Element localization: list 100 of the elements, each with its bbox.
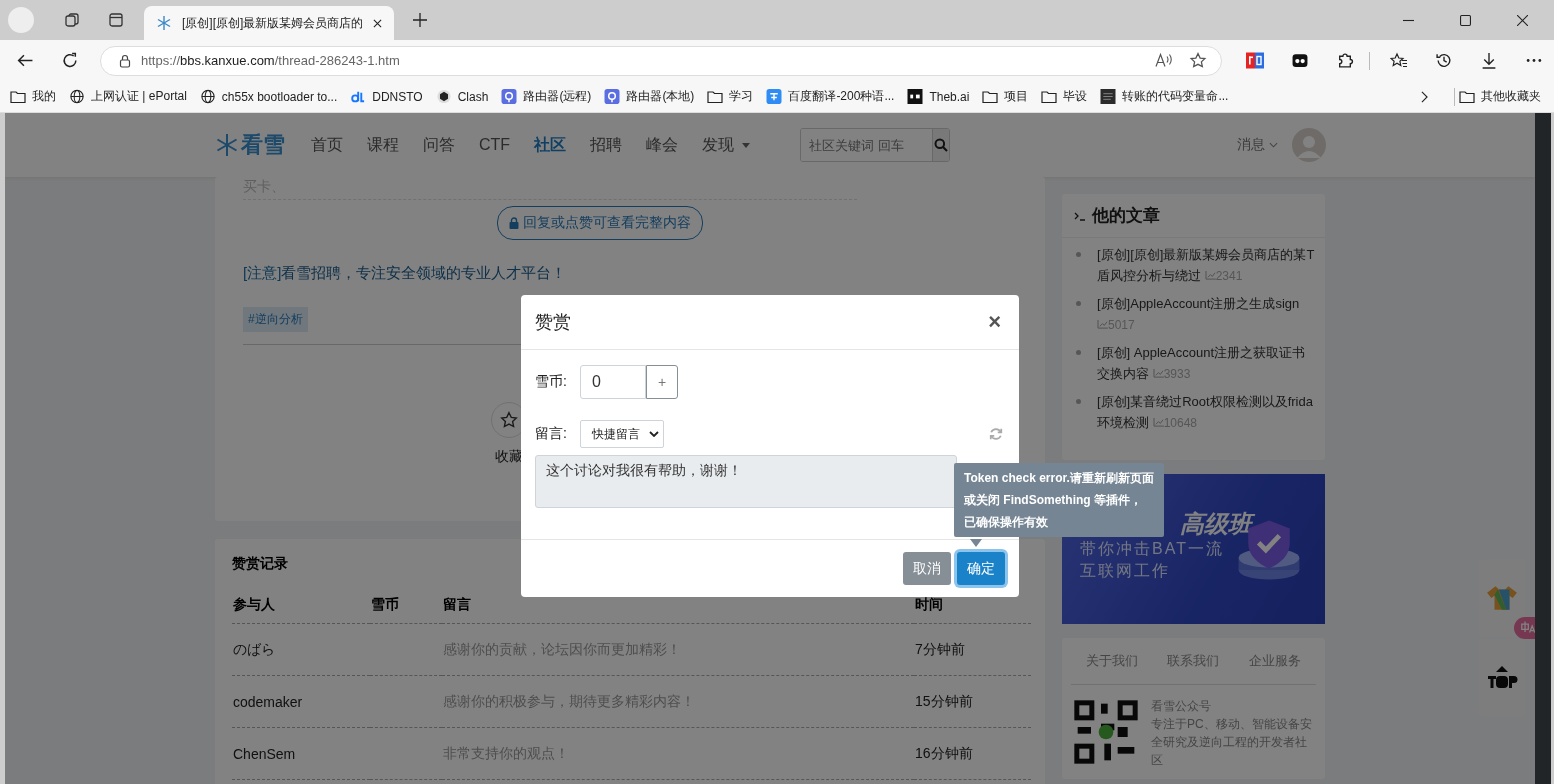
bookmark[interactable]: DDNSTO (350, 89, 423, 104)
url-text: https://bbs.kanxue.com/thread-286243-1.htm (141, 53, 400, 68)
column-header: 参与人 (232, 587, 370, 624)
favorites-icon[interactable] (1390, 52, 1408, 69)
bookmark[interactable]: 上网认证 | ePortal (69, 88, 187, 105)
bookmark[interactable]: 转账的代码变量命... (1100, 88, 1229, 105)
message-field[interactable]: 这个讨论对我很有帮助，谢谢！ (535, 455, 957, 508)
bookmark[interactable]: 路由器(远程) (501, 88, 592, 105)
confirm-button[interactable]: 确定 (957, 552, 1005, 585)
tooltip-text: 已确保操作有效 (964, 514, 1049, 531)
banner-text: 互联网工作 (1080, 561, 1171, 581)
chart-icon (1097, 320, 1108, 329)
nav-link[interactable]: 课程 (367, 134, 399, 156)
lock-icon (509, 217, 519, 229)
lock-icon[interactable] (119, 53, 131, 68)
nav-link[interactable]: CTF (479, 136, 511, 154)
tab-title: [原创][原创]最新版某姆会员商店的 (182, 14, 364, 32)
download-icon[interactable] (1480, 52, 1498, 69)
bullet-icon (1076, 252, 1081, 257)
close-icon[interactable] (1517, 15, 1528, 26)
folder-icon (1459, 89, 1475, 104)
coin-input[interactable]: 0 (580, 365, 646, 399)
bullet-icon (1076, 301, 1081, 306)
quick-message-select[interactable]: 快捷留言 (580, 420, 664, 448)
notice-link[interactable]: [注意] (243, 264, 282, 281)
bookmark[interactable]: 我的 (10, 88, 56, 105)
folder-icon (1041, 89, 1058, 104)
cancel-button[interactable]: 取消 (903, 552, 951, 585)
chevron-right-icon[interactable] (1421, 90, 1428, 103)
folder-icon (10, 89, 26, 104)
puzzle-icon[interactable] (1336, 52, 1354, 69)
chevron-down-icon (649, 431, 659, 437)
close-button[interactable]: × (984, 309, 1005, 335)
chart-icon (1204, 271, 1216, 280)
section-title: 赞赏记录 (232, 555, 288, 573)
extension-icon[interactable] (1291, 52, 1309, 69)
search-icon (934, 138, 949, 152)
bookmark[interactable]: 路由器(本地) (604, 88, 695, 105)
bookmark[interactable]: 毕设 (1041, 88, 1088, 105)
maximize-icon[interactable] (1460, 15, 1471, 26)
bookmark[interactable]: 项目 (982, 88, 1029, 105)
nav-link[interactable]: 峰会 (646, 134, 679, 156)
globe-icon (199, 89, 216, 104)
nav-link[interactable]: 首页 (311, 134, 343, 156)
tab-actions-icon[interactable] (108, 12, 124, 28)
history-icon[interactable] (1435, 52, 1453, 69)
back-icon[interactable] (16, 52, 34, 69)
unlock-button[interactable]: 回复或点赞可查看完整内容 (497, 206, 703, 240)
bookmark[interactable]: 其他收藏夹 (1459, 88, 1541, 105)
workspaces-icon[interactable] (64, 12, 80, 28)
dialog-title: 赞赏 (535, 311, 571, 334)
scrollbar[interactable] (1535, 113, 1551, 784)
bookmark[interactable]: Clash (435, 89, 489, 104)
increment-button[interactable]: + (646, 365, 678, 399)
bookmark[interactable]: 百度翻译-200种语... (766, 88, 895, 105)
folder-icon (707, 89, 724, 104)
folder-icon (982, 89, 999, 104)
snowflake-icon (156, 15, 172, 31)
router-icon (501, 89, 518, 104)
logo-text: 看雪 (241, 131, 285, 159)
notice-text: [注意]看雪招聘，专注安全领域的专业人才平台！ (243, 264, 568, 283)
chart-icon (1152, 369, 1164, 378)
chevron-down-icon (1269, 142, 1278, 148)
address-bar[interactable]: https://bbs.kanxue.com/thread-286243-1.htm (100, 45, 1222, 76)
table-cell: のばら (233, 640, 275, 657)
top-arrow-icon (1486, 665, 1518, 691)
close-icon[interactable] (373, 18, 383, 28)
shirt-icon (1486, 585, 1518, 611)
messages-menu[interactable]: 消息 (1237, 136, 1278, 154)
translate-icon (766, 89, 783, 104)
banner-text: 带你冲击BAT一流 (1080, 539, 1225, 559)
nav-link[interactable]: 招聘 (590, 134, 623, 156)
site-icon (435, 89, 452, 104)
search-button[interactable] (932, 129, 950, 161)
site-icon (907, 89, 924, 104)
section-title: 他的文章 (1092, 205, 1160, 227)
site-icon (350, 89, 367, 104)
refresh-icon[interactable] (61, 52, 79, 69)
snowflake-icon (215, 133, 239, 157)
bookmark[interactable]: 学习 (707, 88, 754, 105)
qr-code-icon (1071, 697, 1141, 767)
tooltip-pointer (970, 539, 982, 547)
topic-tag[interactable]: #逆向分析 (243, 307, 308, 332)
nav-link[interactable]: 社区 (534, 134, 567, 156)
footer-link[interactable]: 企业服务 (1249, 652, 1302, 670)
read-aloud-icon[interactable] (1155, 52, 1173, 69)
new-tab-icon[interactable] (412, 12, 429, 28)
star-icon[interactable] (1189, 52, 1207, 69)
field-label: 雪币: (535, 373, 568, 391)
site-logo[interactable]: 看雪 (215, 130, 285, 160)
nav-link[interactable]: 问答 (423, 134, 455, 156)
bookmark[interactable]: ch55x bootloader to... (199, 89, 338, 104)
nav-link[interactable]: 发现 (702, 134, 751, 156)
browser-tab[interactable]: [原创][原创]最新版某姆会员商店的 (144, 6, 395, 40)
table-cell: 7分钟前 (915, 640, 965, 657)
table-cell: 15分钟前 (915, 692, 973, 709)
chart-icon (1152, 418, 1164, 427)
bookmark[interactable]: Theb.ai (907, 89, 970, 104)
star-icon (500, 411, 518, 429)
search-field[interactable]: 社区关键词 回车 (800, 128, 951, 162)
